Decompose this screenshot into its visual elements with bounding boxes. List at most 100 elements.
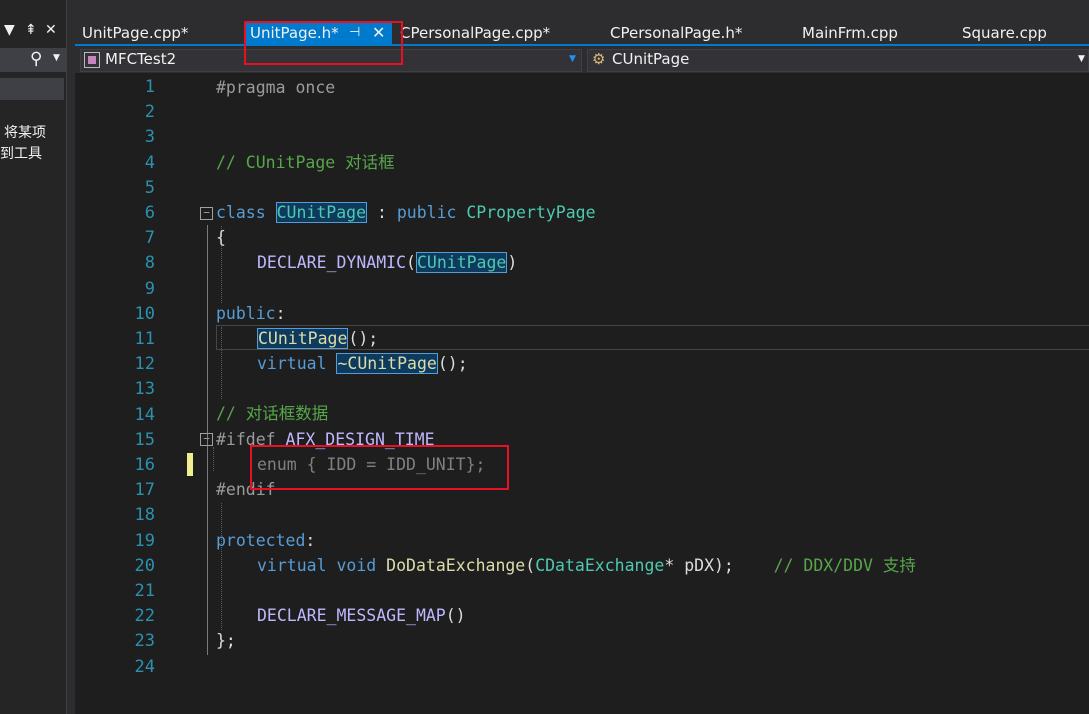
code-line-10: public: [216, 301, 286, 326]
tab-cpersonalpage-h[interactable]: CPersonalPage.h* [610, 22, 742, 44]
chevron-down-icon[interactable]: ▼ [569, 54, 576, 64]
scope-dropdown[interactable]: ⚙ CUnitPage ▼ [587, 49, 1089, 72]
tab-unitpage-cpp[interactable]: UnitPage.cpp* [82, 22, 188, 44]
line-number: 12 [75, 352, 1089, 377]
keyword: protected [216, 531, 306, 550]
document-tab-bar [75, 0, 1089, 46]
toolbox-search[interactable]: ⚲ ▼ [0, 48, 66, 72]
toolbox-selected-item[interactable] [0, 78, 64, 100]
line-number-text: 20 [134, 555, 155, 576]
line-number-text: 1 [144, 77, 155, 97]
line-number-text: 6 [144, 203, 155, 223]
dropdown-arrow-icon[interactable]: ▼ [4, 22, 15, 38]
brace: }; [216, 631, 236, 650]
line-number: 13 [75, 377, 1089, 402]
search-icon[interactable]: ⚲ [30, 49, 42, 69]
class-icon: ⚙ [592, 50, 606, 68]
param: * pDX); [664, 556, 734, 575]
chevron-down-icon[interactable]: ▼ [1078, 54, 1085, 64]
line-number-text: 15 [134, 429, 155, 450]
line-number-text: 24 [134, 656, 155, 677]
line-number: 8 [75, 251, 1089, 276]
destructor: ~CUnitPage [336, 353, 438, 374]
class-name: CUnitPage [275, 202, 368, 223]
line-number-text: 12 [134, 354, 155, 375]
paren: ( [406, 253, 416, 272]
line-number: 11 [75, 327, 1089, 352]
line-number-text: 2 [144, 102, 155, 123]
line-number: 24 [75, 655, 1089, 680]
navigation-bar: MFCTest2 ▼ ⚙ CUnitPage ▼ [75, 46, 1089, 73]
line-number-text: 10 [134, 303, 155, 324]
parens: () [445, 606, 466, 625]
code-line-4: // CUnitPage 对话框 [216, 150, 395, 175]
constructor: CUnitPage [257, 328, 349, 349]
line-number: 18 [75, 503, 1089, 528]
line-number-text: 16 [134, 455, 155, 475]
project-name: MFCTest2 [105, 50, 177, 68]
line-number-text: 8 [144, 253, 155, 274]
line-number-text: 9 [144, 278, 155, 299]
pragma: #pragma once [216, 78, 336, 97]
keyword: public [396, 203, 457, 222]
line-number: 9 [75, 277, 1089, 302]
collapse-icon[interactable]: − [200, 433, 213, 446]
macro: DECLARE_MESSAGE_MAP [257, 606, 446, 625]
annotation-box-enum [250, 445, 509, 490]
code-line-1: #pragma once [216, 75, 335, 100]
line-number: 16 [75, 453, 1089, 478]
line-number: 22 [75, 604, 1089, 629]
line-number-text: 3 [144, 127, 155, 148]
code-editor[interactable]: 1 2 3 4 5 6 7 8 9 10 11 12 13 14 15 16 17 18 19 20 21 22 23 24 … [75, 73, 1089, 714]
keyword: class [216, 203, 266, 222]
toolbox-panel: ▼ ⇞ ✕ ⚲ ▼ 将某项 到工具 [0, 0, 67, 714]
tab-square-cpp[interactable]: Square.cpp [962, 22, 1047, 44]
project-icon [84, 52, 100, 68]
pin-icon[interactable]: ⇞ [25, 22, 37, 38]
code-line-20: virtual void DoDataExchange(CDataExchang… [257, 553, 916, 578]
paren: ( [525, 556, 536, 575]
keyword: virtual [257, 556, 327, 575]
comment: // CUnitPage 对话框 [216, 153, 395, 172]
line-number-text: 21 [134, 581, 155, 601]
keyword: public [216, 304, 276, 323]
line-number-text: 7 [144, 228, 155, 249]
line-number-text: 22 [134, 606, 155, 627]
toolbox-hint-line2: 到工具 [0, 146, 42, 162]
code-line-14: // 对话框数据 [216, 401, 328, 426]
colon: : [367, 203, 397, 222]
type-name: CDataExchange [535, 556, 665, 575]
close-icon[interactable]: ✕ [45, 22, 57, 38]
paren: ) [507, 253, 518, 272]
line-number: 21 [75, 579, 1089, 604]
annotation-box-tab [244, 21, 403, 65]
line-number-text: 4 [144, 152, 155, 173]
base-class: CPropertyPage [456, 203, 596, 222]
brace: { [216, 228, 226, 247]
code-line-22: DECLARE_MESSAGE_MAP() [257, 603, 466, 628]
parens: (); [437, 354, 468, 373]
line-number-text: 23 [134, 631, 155, 652]
tab-mainfrm-cpp[interactable]: MainFrm.cpp [802, 22, 898, 44]
function-name: DoDataExchange [386, 556, 526, 575]
code-line-19: protected: [216, 528, 315, 553]
tab-cpersonalpage-cpp[interactable]: CPersonalPage.cpp* [400, 22, 550, 44]
comment: // 对话框数据 [216, 404, 329, 423]
line-number-text: 5 [144, 177, 155, 198]
panel-splitter[interactable] [67, 0, 75, 714]
code-line-11: CUnitPage(); [257, 326, 378, 351]
line-number: 3 [75, 125, 1089, 150]
line-number-text: 18 [134, 505, 155, 526]
chevron-down-icon[interactable]: ▼ [53, 53, 60, 63]
keyword: void [336, 556, 377, 575]
line-number: 5 [75, 176, 1089, 201]
class-name: CUnitPage [415, 252, 508, 273]
toolbox-hint-line1: 将某项 [4, 125, 46, 141]
colon: : [305, 531, 316, 550]
parens: (); [348, 329, 379, 348]
collapse-icon[interactable]: − [200, 207, 213, 220]
line-number-text: 14 [134, 404, 155, 425]
code-line-6: class CUnitPage : public CPropertyPage [216, 200, 596, 225]
code-line-7: { [216, 225, 226, 250]
toolbox-header: ▼ ⇞ ✕ [0, 22, 66, 44]
